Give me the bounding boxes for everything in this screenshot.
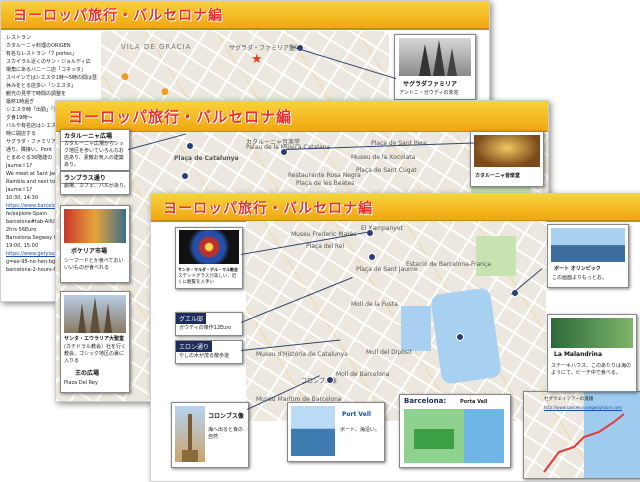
- port-olympic-photo: [551, 228, 625, 262]
- columbus-title: コロンブス像: [208, 413, 244, 420]
- map-pin[interactable]: [326, 376, 334, 384]
- guell-text: ガウディの傑作12Euro: [179, 325, 232, 331]
- stained-glass-photo: [179, 230, 239, 264]
- boqueria-title: ボケリア市場: [71, 248, 108, 255]
- note-line: スカイラル近くのサン・ジョルディ広: [6, 59, 91, 65]
- map-pin[interactable]: [181, 172, 189, 180]
- map-label-sagrada: サグラダ・ファミリア聖堂: [229, 45, 302, 52]
- map-label: Museu de la Xocolata: [351, 154, 416, 161]
- malandrina-text: ステーキハウス、このあたりは海のようにて、ビーチ中で食べる。: [551, 363, 632, 376]
- music-hall-photo: [474, 135, 540, 167]
- barcelona-map-image: [404, 409, 504, 463]
- segway-route-card[interactable]: セグウェイツアーの道順 http://www.barcelonasegwayto…: [523, 391, 640, 479]
- boqueria-card[interactable]: ボケリア市場 シーフードとか食べておいいいものが食べれる: [60, 205, 130, 283]
- sagrada-photo: [399, 38, 471, 76]
- slide-3[interactable]: ヨーロッパ旅行・バルセロナ編 El Xampanyet Museu Freder…: [150, 193, 640, 482]
- slide-3-header: ヨーロッパ旅行・バルセロナ編: [151, 194, 640, 222]
- guell-label: グエル邸: [176, 313, 207, 324]
- ramblas-card[interactable]: ランブラス通り 劇場、カフェ、バルがあり。: [60, 171, 130, 195]
- slide-1-header: ヨーロッパ旅行・バルセロナ編: [1, 1, 489, 30]
- map-label: Moll de la Fusta: [351, 301, 398, 308]
- map-label: Plaça del Rei: [306, 243, 345, 250]
- note-line: 休みをとる店多い「シエスタ」: [6, 83, 77, 89]
- columbus-photo: [175, 406, 205, 462]
- poi-icon: ●: [121, 72, 129, 82]
- map-pin[interactable]: [366, 229, 374, 237]
- note-line: 有名なレストラン「7 portes」: [6, 51, 77, 57]
- columbus-text: 海へ出ると良の自然: [208, 427, 244, 440]
- boqueria-photo: [64, 209, 126, 243]
- reial-card[interactable]: エロン通り やしの木が茂る散歩道: [175, 340, 243, 364]
- map-label-gracia: VILA DE GRÀCIA: [121, 43, 192, 51]
- reial-text: やしの木が茂る散歩道: [179, 353, 230, 359]
- map-label: Estació de Barcelona-França: [406, 261, 491, 268]
- music-hall-title: カタルーニャ音楽堂: [475, 173, 521, 179]
- map-label: Plaça de Catalunya: [174, 155, 239, 162]
- ramblas-text: 劇場、カフェ、バルがあり。: [64, 183, 129, 189]
- note-line: カタルーニャ料理のORIGEN: [6, 43, 71, 49]
- barcelona-map-card[interactable]: Barcelona: Porta Vell: [399, 394, 511, 468]
- sagrada-title: サグラダファミリア: [403, 81, 458, 88]
- cathedral-card[interactable]: サンタ・エウラリア大聖堂 (カテドラル教会）社を行く教会、ゴシック地区の裏に入り…: [60, 291, 130, 393]
- poi-icon: ●: [161, 87, 169, 97]
- catalunya-square-text: カタルーニャ広場からシック地区を歩いていろんなお店あり、素敵お気入の建築あり。: [64, 141, 125, 168]
- port-olympic-card[interactable]: ボート オリンピック この画面よりもっとお。: [547, 224, 629, 288]
- note-line: スペインではシエスタ1時〜5時の間は昼: [6, 75, 98, 81]
- port-vell-title: Port Vell: [342, 411, 371, 418]
- map-label: Plaça de les Beates: [296, 180, 355, 187]
- map-label: Plaça de Sant Cugat: [356, 167, 417, 174]
- map-label: Moll del Dipòsit: [366, 349, 413, 356]
- map-pin[interactable]: [456, 333, 464, 341]
- guell-card[interactable]: グエル邸 ガウディの傑作12Euro: [175, 312, 243, 336]
- malandrina-photo: [551, 318, 633, 348]
- malandrina-card[interactable]: La Malandrina ステーキハウス、このあたりは海のようにて、ビーチ中で…: [547, 314, 637, 392]
- slide-1-title: ヨーロッパ旅行・バルセロナ編: [13, 8, 223, 24]
- port-vell-text: ボート、海沿い。: [340, 427, 380, 433]
- note-line: レストラン: [6, 35, 32, 41]
- columbus-card[interactable]: コロンブス像 海へ出ると良の自然: [171, 402, 249, 468]
- cathedral-title: サンタ・エウラリア大聖堂: [64, 336, 125, 342]
- catalunya-square-card[interactable]: カタルーニャ広場 カタルーニャ広場からシック地区を歩いていろんなお店あり、素敵お…: [60, 129, 130, 171]
- cathedral-photo: [64, 295, 126, 333]
- barcelona-map-title: Barcelona:: [404, 397, 447, 405]
- port-olympic-title: ボート オリンピック: [554, 266, 601, 272]
- sagrada-caption: アントニ・ガウディの未完: [399, 90, 459, 96]
- map-label: Museu d'Història de Catalunya: [256, 351, 348, 358]
- sagrada-photo-card[interactable]: サグラダファミリア アントニ・ガウディの未完: [394, 34, 476, 100]
- barcelona-map-sub: Porta Vell: [460, 399, 488, 405]
- port-vell-card[interactable]: Port Vell ボート、海沿い。: [287, 402, 385, 462]
- note-line: 場角にあるバニーニ店「コネッタ」: [6, 67, 87, 73]
- reial-label: エロン通り: [176, 341, 213, 352]
- stained-glass-text: ステンドグラスが美しい、近くに観覧を入手い: [178, 274, 237, 285]
- port-vell-photo: [291, 406, 335, 456]
- cathedral-text: (カテドラル教会）社を行く教会、ゴシック地区の裏に入りる: [64, 344, 126, 364]
- music-hall-card[interactable]: カタルーニャ音楽堂: [470, 131, 544, 187]
- stained-glass-card[interactable]: サンタ・マルダ・デル・マル教会 ステンドグラスが美しい、近くに観覧を入手い: [175, 227, 243, 289]
- cathedral-subtitle-2: Plaza Del Rey: [64, 380, 98, 386]
- boqueria-text: シーフードとか食べておいいいものが食べれる: [64, 258, 124, 271]
- sagrada-star-icon: ★: [251, 52, 263, 67]
- slide-3-map[interactable]: El Xampanyet Museu Frederic Marès Plaça …: [246, 221, 546, 421]
- segway-route-map: セグウェイツアーの道順 http://www.barcelonasegwayto…: [524, 392, 640, 478]
- note-line: 観光の見学で時間の調整を: [6, 91, 67, 97]
- port-olympic-text: この画面よりもっとお。: [552, 275, 607, 281]
- stained-glass-title: サンタ・マルダ・デル・マル教会: [178, 267, 238, 272]
- map-label: Restaurante Rosa Negra: [288, 172, 361, 179]
- malandrina-title: La Malandrina: [554, 351, 602, 358]
- slide-3-title: ヨーロッパ旅行・バルセロナ編: [163, 201, 373, 217]
- map-pin[interactable]: [186, 142, 194, 150]
- map-pin[interactable]: [368, 253, 376, 261]
- map-label: Moll de Barcelona: [336, 371, 390, 378]
- cathedral-subtitle: 王の広場: [75, 370, 100, 377]
- slide-2-title: ヨーロッパ旅行・バルセロナ編: [68, 108, 293, 126]
